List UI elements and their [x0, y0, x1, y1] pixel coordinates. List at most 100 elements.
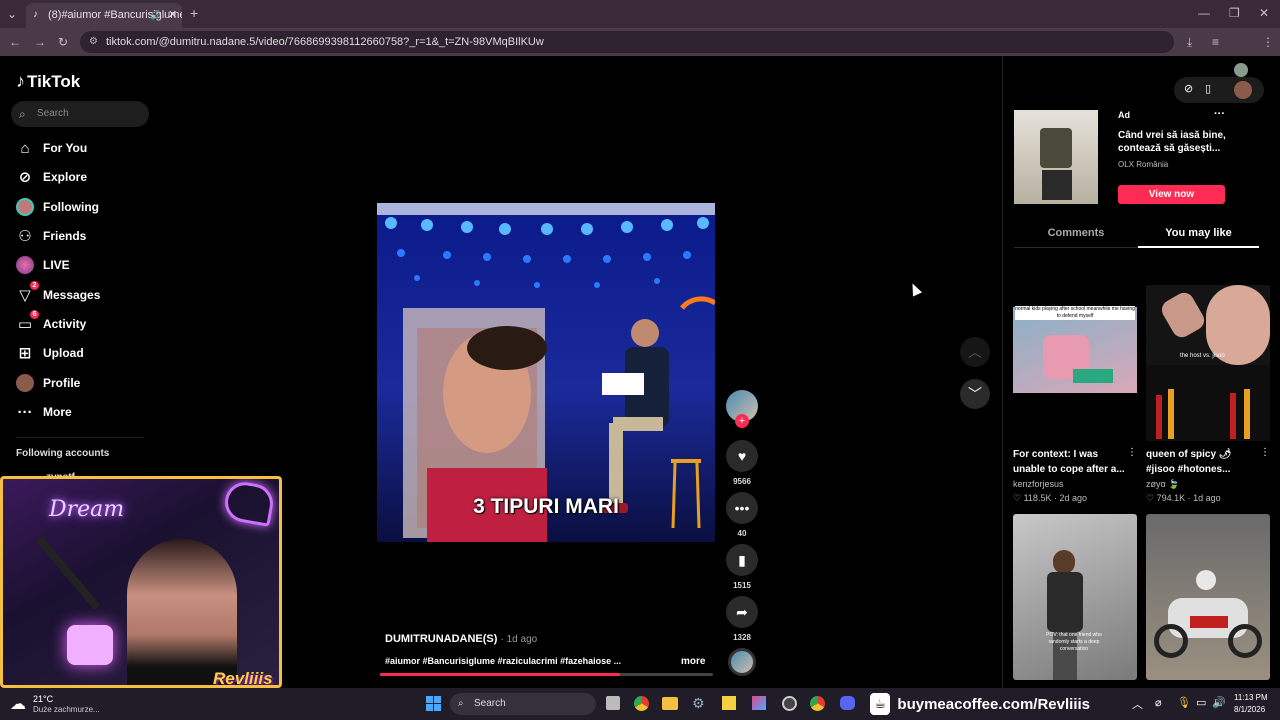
- video-player[interactable]: 3 TIPURI MARI: [377, 203, 715, 542]
- tiktok-logo[interactable]: ♪ TikTok: [16, 71, 80, 92]
- tab-you-may-like[interactable]: You may like: [1138, 227, 1259, 239]
- site-info-icon[interactable]: ⚙: [89, 31, 98, 53]
- reload-icon[interactable]: ↻: [58, 35, 68, 49]
- heart-outline-icon: ♡: [1013, 493, 1022, 503]
- webcam-tag: Revliiis: [213, 669, 273, 688]
- tab-audio-icon[interactable]: 🔊: [150, 3, 161, 27]
- nav-explore[interactable]: ⊘ Explore: [16, 165, 87, 189]
- discord-app-icon[interactable]: [840, 696, 855, 710]
- minimize-icon[interactable]: —: [1198, 6, 1210, 20]
- friends-icon: ⚇: [18, 228, 32, 245]
- search-input[interactable]: ⌕ Search: [11, 101, 149, 127]
- chrome-menu-icon[interactable]: ⋮: [1262, 35, 1274, 49]
- comment-action[interactable]: ••• 40: [726, 492, 758, 538]
- recommended-stats: ♡ 118.5K · 2d ago: [1013, 493, 1087, 504]
- chrome-app-icon[interactable]: [634, 696, 649, 711]
- sidebar-divider: [16, 437, 144, 438]
- weather-description[interactable]: Duże zachmurze...: [33, 705, 100, 714]
- back-icon[interactable]: ←: [9, 35, 21, 49]
- nav-following[interactable]: Following: [16, 195, 99, 219]
- recommended-title[interactable]: queen of spicy 🌶 #jisoo #hotones...: [1146, 447, 1258, 477]
- app-grid-icon[interactable]: [752, 696, 766, 710]
- sound-disc-button[interactable]: [726, 648, 758, 676]
- top-right-actions: ⊘ ▯: [1174, 77, 1264, 103]
- comment-icon[interactable]: •••: [726, 492, 758, 524]
- ad-menu-icon[interactable]: ···: [1214, 108, 1225, 120]
- video-progress-track[interactable]: [380, 673, 713, 676]
- discover-icon[interactable]: ⊘: [1184, 82, 1193, 95]
- save-action[interactable]: ▮ 1515: [726, 544, 758, 590]
- follow-plus-icon[interactable]: +: [735, 414, 749, 428]
- live-icon: [16, 256, 34, 274]
- recommended-author[interactable]: zøyα 🍃: [1146, 479, 1179, 490]
- window-close-icon[interactable]: ✕: [1259, 6, 1269, 20]
- nav-friends[interactable]: ⚇ Friends: [16, 224, 86, 248]
- share-action[interactable]: ➦ 1328: [726, 596, 758, 642]
- obs-app-icon[interactable]: [782, 696, 797, 711]
- taskbar-search[interactable]: ⌕ Search: [450, 693, 596, 715]
- heart-icon[interactable]: ♥: [726, 440, 758, 472]
- like-action[interactable]: ♥ 9566: [726, 440, 758, 486]
- media-controls-icon[interactable]: ≡: [1212, 35, 1219, 49]
- video-description[interactable]: #aiumor #Bancurisiglume #raziculacrimi #…: [385, 656, 640, 666]
- tray-network-icon[interactable]: ⌀: [1155, 696, 1162, 709]
- tab-comments[interactable]: Comments: [1014, 227, 1138, 239]
- forward-icon[interactable]: →: [34, 35, 46, 49]
- tray-mic-icon[interactable]: 🎙: [1177, 696, 1191, 709]
- share-icon[interactable]: ➦: [726, 596, 758, 628]
- nav-profile[interactable]: Profile: [16, 371, 80, 395]
- microphone-arm: [36, 535, 100, 611]
- task-view-icon[interactable]: [606, 696, 620, 710]
- file-explorer-icon[interactable]: [662, 697, 678, 710]
- following-avatar-icon: [16, 198, 34, 216]
- restore-icon[interactable]: ❐: [1229, 6, 1240, 20]
- tray-volume-icon[interactable]: 🔊: [1212, 696, 1226, 709]
- recommended-video-card[interactable]: POV: that one friend who randomly starts…: [1013, 514, 1137, 680]
- nav-upload[interactable]: ⊞ Upload: [16, 341, 84, 365]
- browser-tab[interactable]: ♪ (8)#aiumor #Bancurisiglume 🔊 ✕: [26, 3, 182, 28]
- recommended-video-card[interactable]: the host vs. jisoo: [1146, 285, 1270, 441]
- taskbar-date[interactable]: 8/1/2026: [1234, 705, 1265, 714]
- recommended-menu-icon[interactable]: ⋮: [1260, 447, 1270, 458]
- previous-video-button[interactable]: ︿: [960, 337, 990, 367]
- messages-badge: 2: [30, 281, 39, 290]
- next-video-button[interactable]: ﹀: [960, 379, 990, 409]
- taskbar-time[interactable]: 11:13 PM: [1234, 693, 1268, 702]
- bookmark-icon[interactable]: ▮: [726, 544, 758, 576]
- description-more-link[interactable]: more: [681, 656, 705, 667]
- search-icon: ⌕: [458, 698, 464, 709]
- like-count: 9566: [733, 477, 751, 486]
- windows-taskbar: ☁ 21°C Duże zachmurze... ⌕ Search ⚙ ☕ bu…: [0, 688, 1280, 720]
- comment-count: 40: [737, 529, 747, 538]
- recommended-title[interactable]: For context: I was unable to cope after …: [1013, 447, 1125, 477]
- device-icon[interactable]: ▯: [1205, 82, 1211, 95]
- settings-app-icon[interactable]: ⚙: [692, 695, 705, 712]
- recommended-menu-icon[interactable]: ⋮: [1127, 447, 1137, 458]
- creator-avatar-button[interactable]: +: [726, 390, 758, 428]
- new-tab-icon[interactable]: +: [190, 6, 198, 20]
- tab-search-icon[interactable]: ⌄: [7, 7, 17, 21]
- nav-for-you[interactable]: ⌂ For You: [16, 136, 87, 160]
- ad-thumbnail: [1014, 110, 1098, 204]
- streamer-webcam: Dream Revliiis: [0, 476, 282, 688]
- nav-live[interactable]: LIVE: [16, 253, 70, 277]
- nav-more[interactable]: ··· More: [16, 400, 72, 424]
- download-icon[interactable]: ⤓: [1187, 35, 1192, 49]
- chrome-active-icon[interactable]: [810, 696, 825, 711]
- tray-display-icon[interactable]: ▭: [1196, 696, 1206, 709]
- recommended-author[interactable]: kenzforjesus: [1013, 479, 1064, 489]
- user-avatar-icon[interactable]: [1234, 81, 1252, 99]
- nav-activity[interactable]: ▭ 6 Activity: [16, 310, 86, 336]
- sticky-notes-icon[interactable]: [722, 696, 736, 710]
- recommended-video-card[interactable]: [1146, 514, 1270, 680]
- address-bar[interactable]: ⚙ tiktok.com/@dumitru.nadane.5/video/766…: [80, 31, 1174, 53]
- nav-messages[interactable]: ▽ 2 Messages: [16, 281, 100, 307]
- tab-close-icon[interactable]: ✕: [168, 3, 177, 27]
- tray-chevron-icon[interactable]: ︿: [1132, 696, 1143, 712]
- weather-temperature[interactable]: 21°C: [33, 694, 53, 704]
- sound-disc-icon: [728, 648, 756, 676]
- video-author[interactable]: DUMITRUNADANE(S): [385, 633, 497, 645]
- ad-cta-button[interactable]: View now: [1118, 185, 1225, 204]
- ad-card[interactable]: Ad ··· Când vrei să iasă bine, contează …: [1014, 108, 1230, 206]
- windows-start-icon[interactable]: [426, 696, 441, 711]
